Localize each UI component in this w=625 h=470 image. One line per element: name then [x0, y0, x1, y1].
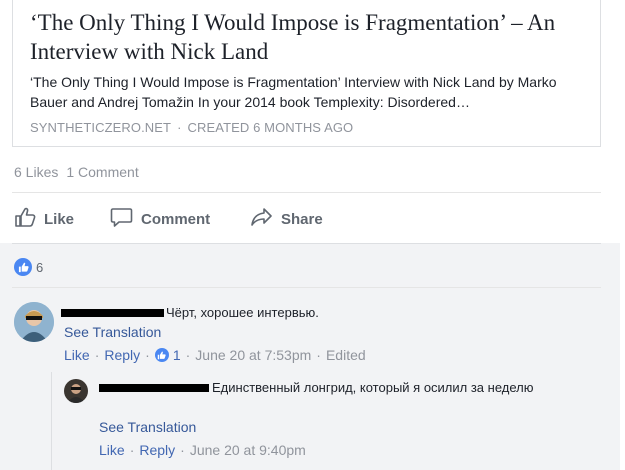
commenter-avatar[interactable]: [14, 302, 54, 342]
dot-separator: ·: [180, 442, 185, 458]
comment-actions: Like · Reply · 1 · June 20 at 7:53pm · E…: [64, 347, 366, 363]
comment-like-count[interactable]: 1: [173, 347, 181, 363]
likes-count[interactable]: 6 Likes: [14, 164, 58, 180]
comment-reply-link[interactable]: Reply: [104, 347, 140, 363]
reply-like-link[interactable]: Like: [99, 442, 125, 458]
post-actions-bar: Like Comment Share: [0, 199, 620, 239]
thumbs-up-icon: [14, 207, 44, 231]
reply-actions: Like · Reply · June 20 at 9:40pm: [99, 442, 306, 458]
link-created: CREATED 6 MONTHS AGO: [187, 120, 354, 135]
redacted-name: [61, 309, 164, 317]
share-icon: [250, 207, 281, 231]
link-preview-card[interactable]: ‘The Only Thing I Would Impose is Fragme…: [12, 0, 601, 147]
link-domain: SYNTHETICZERO.NET: [30, 120, 172, 135]
dot-separator: ·: [145, 347, 150, 363]
share-label: Share: [281, 210, 323, 228]
share-button[interactable]: Share: [250, 207, 323, 231]
reactions-summary[interactable]: 6: [14, 258, 43, 276]
link-title[interactable]: ‘The Only Thing I Would Impose is Fragme…: [30, 8, 590, 66]
comment-text: Чёрт, хорошее интервью.: [166, 305, 319, 320]
link-description: ‘The Only Thing I Would Impose is Fragme…: [30, 74, 557, 110]
comment-label: Comment: [141, 210, 211, 228]
comment-button[interactable]: Comment: [110, 207, 210, 231]
edited-label[interactable]: Edited: [326, 347, 366, 363]
link-meta: SYNTHETICZERO.NET · CREATED 6 MONTHS AGO: [30, 120, 353, 135]
reply-thread-line: [51, 372, 52, 470]
comment-like-link[interactable]: Like: [64, 347, 90, 363]
divider: [12, 287, 601, 288]
divider: [12, 192, 601, 193]
like-button[interactable]: Like: [14, 207, 74, 231]
reply-reply-link[interactable]: Reply: [139, 442, 175, 458]
reply-timestamp[interactable]: June 20 at 9:40pm: [190, 442, 306, 458]
dot-separator: ·: [94, 347, 100, 363]
comment-icon: [110, 207, 141, 231]
see-translation-link[interactable]: See Translation: [64, 324, 161, 340]
comment-timestamp[interactable]: June 20 at 7:53pm: [195, 347, 311, 363]
like-reaction-icon: [14, 258, 32, 276]
like-label: Like: [44, 210, 75, 228]
dot-separator: ·: [129, 442, 135, 458]
divider: [12, 243, 601, 244]
replier-avatar[interactable]: [64, 379, 88, 403]
like-reaction-icon: [154, 348, 169, 362]
post-counts: 6 Likes 1 Comment: [14, 164, 139, 180]
meta-separator: ·: [177, 120, 182, 135]
reactions-count: 6: [36, 259, 44, 275]
comments-count[interactable]: 1 Comment: [66, 164, 138, 180]
see-translation-link[interactable]: See Translation: [99, 419, 196, 435]
reply-text: Единственный лонгрид, который я осилил з…: [212, 380, 534, 395]
dot-separator: ·: [185, 347, 191, 363]
dot-separator: ·: [316, 347, 321, 363]
